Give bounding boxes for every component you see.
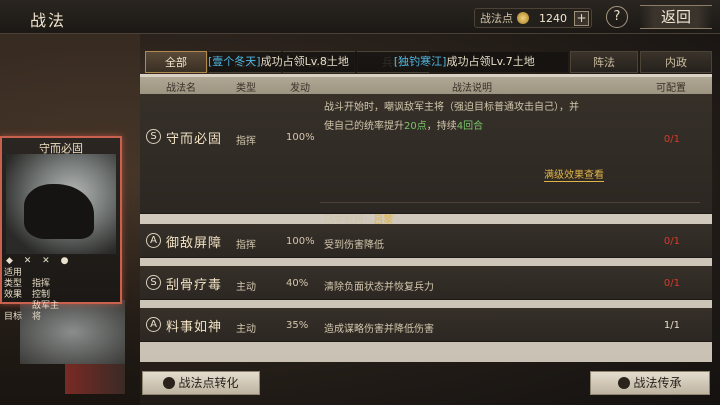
config-count: 1/1	[663, 320, 680, 331]
card-val: 控制	[32, 290, 51, 300]
table-header: 战法名 类型 发动 战法说明 可配置	[140, 77, 712, 94]
tab-formation[interactable]: 阵法	[570, 51, 638, 73]
card-key: 类型	[4, 279, 23, 289]
tactic-description: 造成谋略伤害并降低伤害	[324, 324, 434, 335]
back-button[interactable]: 返回	[640, 5, 712, 29]
news-text-1: 成功占领Lv.8土地	[260, 55, 349, 68]
table-row[interactable]: A 料事如神 主动 35% 造成谋略伤害并降低伤害 1/1	[140, 308, 712, 342]
table-row-expanded[interactable]: S 守而必固 指挥 100% 战斗开始时，嘲讽敌军主将（强迫目标普通攻击自己），…	[140, 94, 712, 227]
desc-text-2: ，持续	[426, 121, 457, 132]
hammer-icon	[618, 377, 631, 389]
desc-value: 20点	[404, 121, 427, 132]
tab-all[interactable]: 全部	[145, 51, 207, 73]
tactic-rate: 100%	[286, 236, 315, 247]
news-ticker: [壹个冬天]成功占领Lv.8土地 [独钓寒江]成功占领Lv.7土地	[208, 52, 568, 72]
tactic-thumbnail-2	[65, 364, 125, 394]
table-row[interactable]: S 刮骨疗毒 主动 40% 清除负面状态并恢复兵力 0/1	[140, 266, 712, 300]
convert-points-button[interactable]: 战法点转化	[142, 371, 260, 395]
tactic-name: 刮骨疗毒	[166, 278, 223, 293]
tactic-rate: 35%	[286, 320, 309, 331]
max-effect-link[interactable]: 满级效果查看	[544, 166, 604, 182]
grade-badge: A	[146, 317, 161, 332]
config-count: 0/1	[663, 134, 680, 145]
grade-badge: S	[146, 275, 161, 290]
table-row[interactable]: A 御敌屏障 指挥 100% 受到伤害降低 0/1	[140, 224, 712, 258]
config-count: 0/1	[663, 236, 680, 247]
col-rate: 发动	[290, 83, 310, 94]
coin-icon	[517, 12, 529, 24]
inherit-label: 战法传承	[633, 376, 682, 390]
card-info: 适用 类型 指挥 效果 控制 目标敌军主将	[4, 268, 60, 323]
tactic-points-display: 战法点 1240 +	[474, 8, 592, 28]
tactic-type: 主动	[236, 324, 256, 335]
tactic-points-value: 1240	[539, 11, 567, 25]
divider	[320, 202, 700, 203]
tactic-description: 战斗开始时，嘲讽敌军主将（强迫目标普通攻击自己），并使自己的统率提升20点，持续…	[324, 98, 584, 136]
tactic-type: 主动	[236, 282, 256, 293]
tactic-rate: 40%	[286, 278, 309, 289]
page-title: 战法	[30, 11, 67, 30]
col-config: 可配置	[656, 83, 686, 94]
convert-icon	[163, 377, 176, 389]
card-key: 适用	[4, 268, 23, 278]
desc-turns: 4回合	[456, 121, 484, 132]
card-val: 指挥	[32, 279, 51, 289]
col-desc: 战法说明	[452, 83, 492, 94]
top-bar: 战法 战法点 1240 + ? 返回	[0, 0, 720, 34]
col-type: 类型	[236, 83, 256, 94]
card-key: 目标	[4, 312, 23, 322]
inherit-tactic-button[interactable]: 战法传承	[590, 371, 710, 395]
news-text-2: 成功占领Lv.7土地	[446, 55, 535, 68]
news-player-1: [壹个冬天]	[208, 55, 261, 68]
tactic-name: 守而必固	[166, 132, 223, 147]
news-player-2: [独钓寒江]	[393, 55, 447, 68]
tactic-description: 清除负面状态并恢复兵力	[324, 282, 434, 293]
config-count: 0/1	[663, 278, 680, 289]
add-points-button[interactable]: +	[574, 11, 589, 26]
card-val: 敌军主将	[32, 301, 60, 322]
help-button[interactable]: ?	[606, 6, 628, 28]
grade-badge: S	[146, 129, 161, 144]
convert-label: 战法点转化	[178, 376, 239, 390]
grade-badge: A	[146, 233, 161, 248]
card-attribute-icons: ◆ ✕ ✕ ●	[6, 256, 73, 266]
tactic-rate: 100%	[286, 132, 315, 143]
tab-domestic[interactable]: 内政	[640, 51, 712, 73]
tactic-type: 指挥	[236, 240, 256, 251]
tactic-card: 守而必固 ◆ ✕ ✕ ● 适用 类型 指挥 效果 控制 目标敌军主将	[0, 136, 122, 322]
card-key: 效果	[4, 290, 23, 300]
tactic-points-label: 战法点	[480, 12, 513, 25]
card-artwork	[6, 154, 116, 254]
tactic-name: 料事如神	[166, 320, 223, 335]
tactic-name: 御敌屏障	[166, 236, 223, 251]
tactic-description: 受到伤害降低	[324, 240, 384, 251]
tactic-type: 指挥	[236, 136, 256, 147]
col-name: 战法名	[166, 83, 196, 94]
rider-silhouette	[24, 184, 94, 239]
